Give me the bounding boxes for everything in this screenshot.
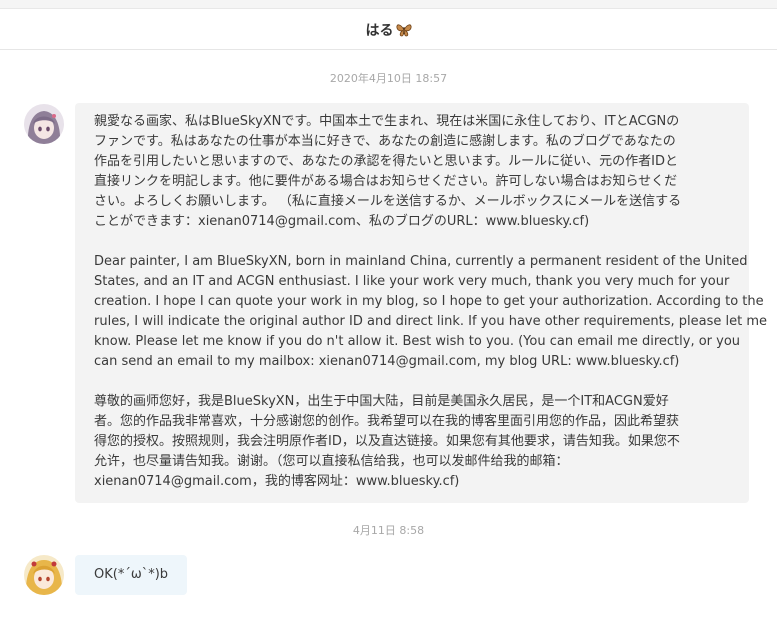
message-line: Dear painter, I am BlueSkyXN, born in ma… [94, 254, 748, 269]
butterfly-icon [395, 23, 412, 36]
message-bubble: 親愛なる画家、私はBlueSkyXNです。中国本土で生まれ、現在は米国に永住して… [75, 103, 767, 503]
message-bubble: OK(*´ω`*)b [75, 555, 188, 595]
message-line: know. Please let me know if you do n't a… [94, 334, 741, 349]
message-line: 者。您的作品我非常喜欢，十分感谢您的创作。我希望可以在我的博客里面引用您的作品，… [94, 414, 680, 429]
sender-avatar[interactable] [24, 555, 64, 595]
message-line: xienan0714@gmail.com，我的博客网址：www.bluesky.… [94, 474, 460, 489]
message-line: States, and an IT and ACGN enthusiast. I… [94, 274, 730, 289]
message-line: creation. I hope I can quote your work i… [94, 294, 764, 309]
message-timestamp: 4月11日 8:58 [352, 524, 425, 537]
message-line: can send an email to my mailbox: xienan0… [94, 354, 680, 369]
message-line: rules, I will indicate the original auth… [94, 314, 767, 329]
message-line: さい。よろしくお願いします。 （私に直接メールを送信するか、メールボックスにメー… [94, 194, 682, 209]
anime-girl-avatar [24, 104, 64, 144]
message-line: 尊敬的画师您好，我是BlueSkyXN，出生于中国大陆，目前是美国永久居民，是一… [94, 394, 669, 409]
message-text: OK(*´ω`*)b [94, 567, 169, 582]
top-strip [0, 0, 777, 9]
message-line: 親愛なる画家、私はBlueSkyXNです。中国本土で生まれ、現在は米国に永住して… [94, 114, 680, 129]
message-line: ことができます：xienan0714@gmail.com、私のブログのURL：w… [94, 214, 590, 229]
blonde-girl-avatar [24, 555, 64, 595]
message-line: ファンです。私はあなたの仕事が本当に好きで、あなたの創造に感謝します。私のブログ… [94, 134, 676, 149]
message-line: 得您的授权。按照规则，我会注明原作者ID，以及直达链接。如果您有其他要求，请告知… [94, 434, 680, 449]
chat-header: はる [0, 10, 777, 50]
message-timestamp: 2020年4月10日 18:57 [329, 72, 448, 85]
message-line: 直接リンクを明記します。他に要件がある場合はお知らせください。許可しない場合はお… [94, 174, 678, 189]
message-line: 作品を引用したいと思いますので、あなたの承認を得たいと思います。ルールに従い、元… [94, 154, 679, 169]
chat-partner-name: はる [365, 22, 394, 39]
sender-avatar[interactable] [24, 104, 64, 144]
message-line: 允许，也尽量请告知我。谢谢。（您可以直接私信给我，也可以发邮件给我的邮箱： [94, 454, 569, 469]
